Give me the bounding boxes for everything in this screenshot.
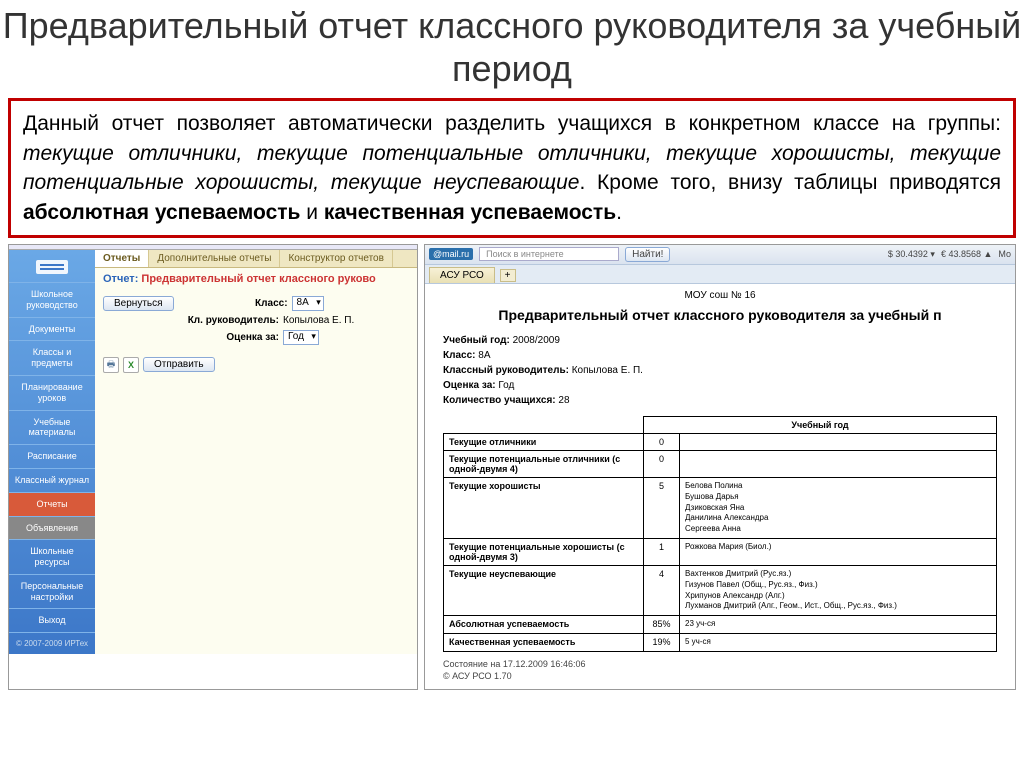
row-detail (680, 433, 997, 450)
desc-post: . Кроме того, внизу таблицы приводятся (579, 171, 1001, 194)
description-box: Данный отчет позволяет автоматически раз… (8, 98, 1016, 238)
row-label: Текущие потенциальные отличники (с одной… (444, 450, 644, 477)
sidebar-item[interactable]: Документы (9, 317, 95, 341)
sidebar-item-reports[interactable]: Отчеты (9, 492, 95, 516)
row-label: Текущие неуспевающие (444, 565, 644, 615)
print-icon[interactable]: 🖶 (103, 357, 119, 373)
row-label: Текущие отличники (444, 433, 644, 450)
report-tabs: Отчеты Дополнительные отчеты Конструктор… (95, 250, 417, 268)
sidebar-item[interactable]: Классы и предметы (9, 340, 95, 375)
right-browser: @mail.ru Поиск в интернете Найти! $ 30.4… (424, 244, 1016, 690)
report-table: Учебный год Текущие отличники0Текущие по… (443, 416, 997, 652)
desc-b2: качественная успеваемость (324, 201, 616, 224)
report-heading: Предварительный отчет классного руководи… (443, 307, 997, 323)
row-label: Абсолютная успеваемость (444, 616, 644, 634)
teacher-label: Кл. руководитель: (169, 315, 279, 326)
row-label: Качественная успеваемость (444, 633, 644, 651)
browser-tab[interactable]: АСУ РСО (429, 267, 495, 283)
row-detail: 5 уч-ся (680, 633, 997, 651)
row-count: 19% (644, 633, 680, 651)
desc-and: и (300, 201, 323, 224)
sidebar-item[interactable]: Расписание (9, 444, 95, 468)
row-count: 4 (644, 565, 680, 615)
row-detail: Рожкова Мария (Биол.) (680, 538, 997, 565)
row-count: 1 (644, 538, 680, 565)
row-detail: 23 уч-ся (680, 616, 997, 634)
row-label: Текущие потенциальные хорошисты (с одной… (444, 538, 644, 565)
sidebar-item-exit[interactable]: Выход (9, 608, 95, 632)
class-value: 8А (297, 297, 309, 308)
row-detail: Вахтенков Дмитрий (Рус.яз.)Гизунов Павел… (680, 565, 997, 615)
more: Мо (998, 249, 1011, 259)
grade-select[interactable]: Год (283, 330, 319, 345)
report-footer: Состояние на 17.12.2009 16:46:06 © АСУ Р… (443, 658, 997, 683)
sidebar-item[interactable]: Школьное руководство (9, 282, 95, 317)
browser-toolbar: @mail.ru Поиск в интернете Найти! $ 30.4… (425, 245, 1015, 265)
report-meta: Учебный год: 2008/2009 Класс: 8А Классны… (443, 333, 997, 408)
teacher-value: Копылова Е. П. (283, 315, 354, 326)
report-title-value: Предварительный отчет классного руково (141, 273, 375, 285)
search-button[interactable]: Найти! (625, 247, 670, 262)
home-icon[interactable] (9, 250, 95, 282)
class-label: Класс: (178, 298, 288, 309)
slide-title: Предварительный отчет классного руководи… (0, 0, 1024, 98)
row-detail (680, 450, 997, 477)
search-input[interactable]: Поиск в интернете (479, 247, 619, 261)
desc-text: Данный отчет позволяет автоматически раз… (23, 112, 1001, 135)
sidebar-item[interactable]: Персональные настройки (9, 574, 95, 609)
report-title-label: Отчет: (103, 273, 138, 285)
new-tab-icon[interactable]: + (500, 269, 516, 282)
tab-constructor[interactable]: Конструктор отчетов (280, 250, 393, 267)
sidebar-copyright: © 2007-2009 ИРТех (9, 632, 95, 654)
sidebar-item[interactable]: Классный журнал (9, 468, 95, 492)
rate-usd: $ 30.4392 ▾ (888, 249, 935, 260)
report-title: Отчет: Предварительный отчет классного р… (95, 268, 417, 290)
sidebar-item[interactable]: Планирование уроков (9, 375, 95, 410)
sidebar-item[interactable]: Объявления (9, 516, 95, 540)
sidebar: Школьное руководство Документы Классы и … (9, 250, 95, 654)
grade-label: Оценка за: (169, 332, 279, 343)
org-name: МОУ сош № 16 (443, 290, 997, 301)
tab-additional[interactable]: Дополнительные отчеты (149, 250, 280, 267)
grade-value: Год (288, 331, 304, 342)
col-header: Учебный год (644, 416, 997, 433)
left-app: Школьное руководство Документы Классы и … (8, 244, 418, 690)
row-count: 0 (644, 433, 680, 450)
class-select[interactable]: 8А (292, 296, 324, 311)
rate-eur: € 43.8568 ▲ (941, 249, 992, 259)
back-button[interactable]: Вернуться (103, 296, 174, 311)
sidebar-item[interactable]: Учебные материалы (9, 410, 95, 445)
row-detail: Белова ПолинаБушова ДарьяДзиковская ЯнаД… (680, 477, 997, 538)
desc-b1: абсолютная успеваемость (23, 201, 300, 224)
row-count: 0 (644, 450, 680, 477)
excel-icon[interactable]: X (123, 357, 139, 373)
row-count: 85% (644, 616, 680, 634)
tab-reports[interactable]: Отчеты (95, 250, 149, 267)
sidebar-item[interactable]: Школьные ресурсы (9, 539, 95, 574)
send-button[interactable]: Отправить (143, 357, 215, 372)
desc-end: . (616, 201, 622, 224)
mail-logo: @mail.ru (429, 248, 473, 260)
row-label: Текущие хорошисты (444, 477, 644, 538)
row-count: 5 (644, 477, 680, 538)
